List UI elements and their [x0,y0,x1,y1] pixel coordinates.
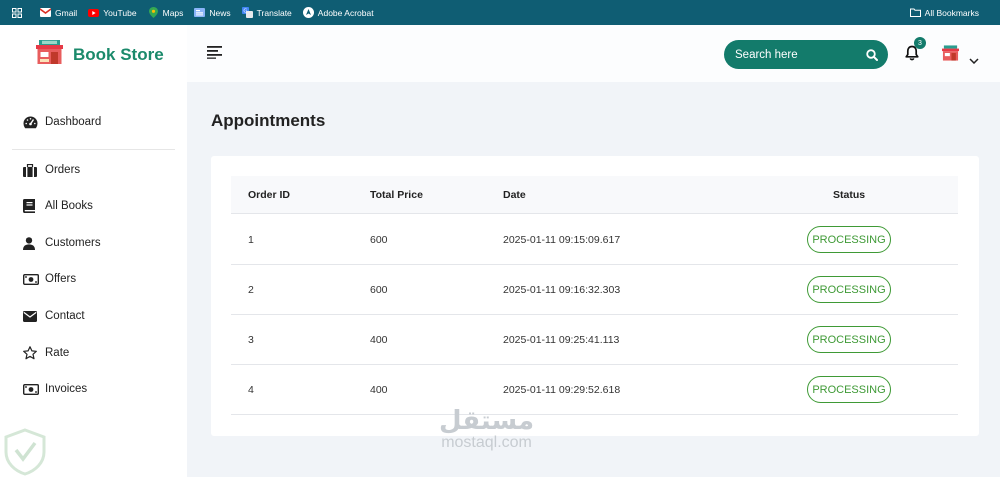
sidebar-item-contact[interactable]: Contact [23,309,85,323]
gmail-icon [40,7,51,18]
table-row: 2 600 2025-01-11 09:16:32.303 PROCESSING [231,265,958,315]
sidebar-item-label: Customers [45,237,101,249]
column-header-total-price: Total Price [370,189,423,201]
store-logo-icon [36,40,63,69]
brand[interactable]: Book Store [36,40,164,69]
date-cell: 2025-01-11 09:29:52.618 [503,384,621,396]
watermark-arabic-text: مستقل [439,406,535,436]
app-title: Book Store [73,44,164,64]
avatar[interactable] [942,45,959,66]
sidebar-item-orders[interactable]: Orders [23,163,80,177]
table-row: 1 600 2025-01-11 09:15:09.617 PROCESSING [231,215,958,265]
search-icon[interactable] [866,48,878,66]
bookmark-maps[interactable]: Maps [148,7,184,18]
bookmark-label: YouTube [103,7,137,18]
notification-badge: 3 [914,37,926,49]
svg-text:G: G [243,9,247,15]
sidebar-item-label: Contact [45,310,85,322]
watermark-latin-text: mostaql.com [441,434,532,451]
sidebar: Book Store Dashboard Orders All Books Cu… [0,25,187,477]
sidebar-item-label: Offers [45,273,77,285]
all-bookmarks[interactable]: All Bookmarks [909,0,979,25]
chevron-down-icon[interactable] [969,51,979,69]
all-bookmarks-label: All Bookmarks [924,7,979,18]
sidebar-item-label: All Books [45,200,93,212]
translate-icon: G [241,7,253,18]
bookmark-youtube[interactable]: YouTube [88,7,137,18]
order-id-cell: 4 [248,384,254,396]
sidebar-item-label: Invoices [45,383,88,395]
bookmark-label: News [209,7,231,18]
folder-icon [909,7,921,18]
bookmark-translate[interactable]: G Translate [241,7,292,18]
appointments-card: Order ID Total Price Date Status 1 600 2… [211,156,979,436]
bookmark-gmail[interactable]: Gmail [40,7,77,18]
order-id-cell: 1 [248,234,254,246]
bookmark-label: Translate [256,7,292,18]
date-cell: 2025-01-11 09:16:32.303 [503,284,621,296]
date-cell: 2025-01-11 09:25:41.113 [503,334,620,346]
table-row: 3 400 2025-01-11 09:25:41.113 PROCESSING [231,315,958,365]
sidebar-item-offers[interactable]: Offers [23,272,76,286]
bookmark-label: Maps [162,7,184,18]
apps-grid-icon[interactable] [10,6,24,20]
maps-icon [148,7,159,18]
bookmark-label: Adobe Acrobat [317,7,374,18]
page-title: Appointments [211,111,326,130]
money-icon [23,272,39,286]
top-header: 3 [187,25,1000,82]
status-badge: PROCESSING [807,376,891,403]
bookmark-news[interactable]: News [194,7,231,18]
total-price-cell: 400 [370,384,388,396]
total-price-cell: 400 [370,334,388,346]
search-box [724,40,888,69]
sidebar-item-label: Orders [45,164,81,176]
watermark: مستقل mostaql.com [439,406,534,452]
search-input[interactable] [735,48,855,61]
book-icon [23,199,39,213]
table-row: 4 400 2025-01-11 09:29:52.618 PROCESSING [231,365,958,415]
briefcase-icon [23,163,39,177]
acrobat-icon [302,7,314,18]
order-id-cell: 3 [248,334,254,346]
sidebar-item-all-books[interactable]: All Books [23,199,93,213]
youtube-icon [88,7,100,18]
total-price-cell: 600 [370,234,388,246]
status-badge: PROCESSING [807,226,891,253]
table-header: Order ID Total Price Date Status [231,176,958,214]
sidebar-item-invoices[interactable]: Invoices [23,382,87,396]
watermark-shield-icon [2,428,48,477]
sidebar-divider [12,149,175,150]
user-icon [23,236,39,250]
bookmark-label: Gmail [55,7,78,18]
status-badge: PROCESSING [807,276,891,303]
menu-toggle-icon[interactable] [207,45,223,59]
bookmark-acrobat[interactable]: Adobe Acrobat [302,7,374,18]
news-icon [194,7,206,18]
sidebar-item-customers[interactable]: Customers [23,236,101,250]
column-header-status: Status [833,189,866,201]
dashboard-icon [23,115,39,129]
envelope-icon [23,309,39,323]
sidebar-item-dashboard[interactable]: Dashboard [23,115,101,129]
order-id-cell: 2 [248,284,254,296]
total-price-cell: 600 [370,284,388,296]
sidebar-item-label: Dashboard [45,116,102,128]
sidebar-item-label: Rate [45,347,70,359]
invoice-icon [23,382,39,396]
column-header-date: Date [503,189,526,201]
date-cell: 2025-01-11 09:15:09.617 [503,234,621,246]
column-header-order-id: Order ID [248,189,291,201]
star-icon [23,346,39,360]
status-badge: PROCESSING [807,326,891,353]
bookmarks-bar: Gmail YouTube Maps News G Translate Adob… [0,0,1000,25]
sidebar-item-rate[interactable]: Rate [23,346,69,360]
